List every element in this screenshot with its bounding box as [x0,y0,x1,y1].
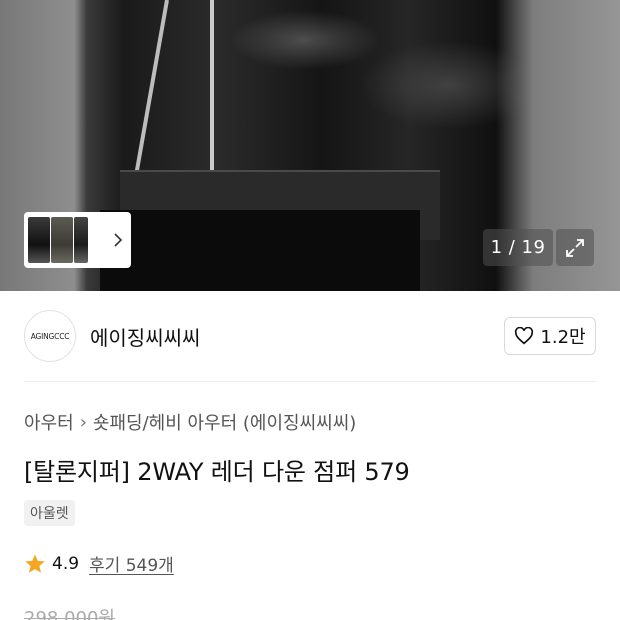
breadcrumb-item[interactable]: 아우터 [24,409,74,435]
image-pants [100,210,420,291]
review-link[interactable]: 후기 549개 [89,551,174,576]
thumbnail-image[interactable] [74,217,88,263]
image-counter: 1 / 19 [483,229,553,266]
image-zipper [210,0,214,180]
star-icon [25,553,45,573]
product-image[interactable]: 1 / 19 [0,0,620,291]
thumbnail-strip[interactable] [24,212,131,268]
image-highlight [360,40,540,130]
heart-outline-icon [515,327,534,345]
brand-row: AGINGCCC 에이징씨씨씨 1.2만 [24,309,596,363]
outlet-badge: 아울렛 [24,500,75,526]
rating-value: 4.9 [52,553,80,574]
thumbnail-image[interactable] [51,217,73,263]
breadcrumb-item[interactable]: 숏패딩/헤비 아우터 (에이징씨씨씨) [93,409,356,435]
brand-logo[interactable]: AGINGCCC [24,310,76,362]
image-highlight [230,10,380,70]
like-button[interactable]: 1.2만 [504,317,596,355]
divider [24,381,596,382]
original-price: 298,000원 [24,608,115,620]
chevron-right-icon[interactable] [109,231,127,249]
product-title: [탈론지퍼] 2WAY 레더 다운 점퍼 579 [24,458,410,486]
rating-row: 4.9 후기 549개 [24,551,174,576]
thumbnail-image[interactable] [28,217,50,263]
brand-logo-text: AGINGCCC [30,331,70,341]
expand-icon[interactable] [556,229,594,266]
breadcrumb-separator: › [79,411,87,433]
like-count: 1.2만 [540,327,586,348]
image-zipper [130,0,169,198]
breadcrumb: 아우터 › 숏패딩/헤비 아우터 (에이징씨씨씨) [24,409,356,435]
brand-name[interactable]: 에이징씨씨씨 [90,322,200,351]
